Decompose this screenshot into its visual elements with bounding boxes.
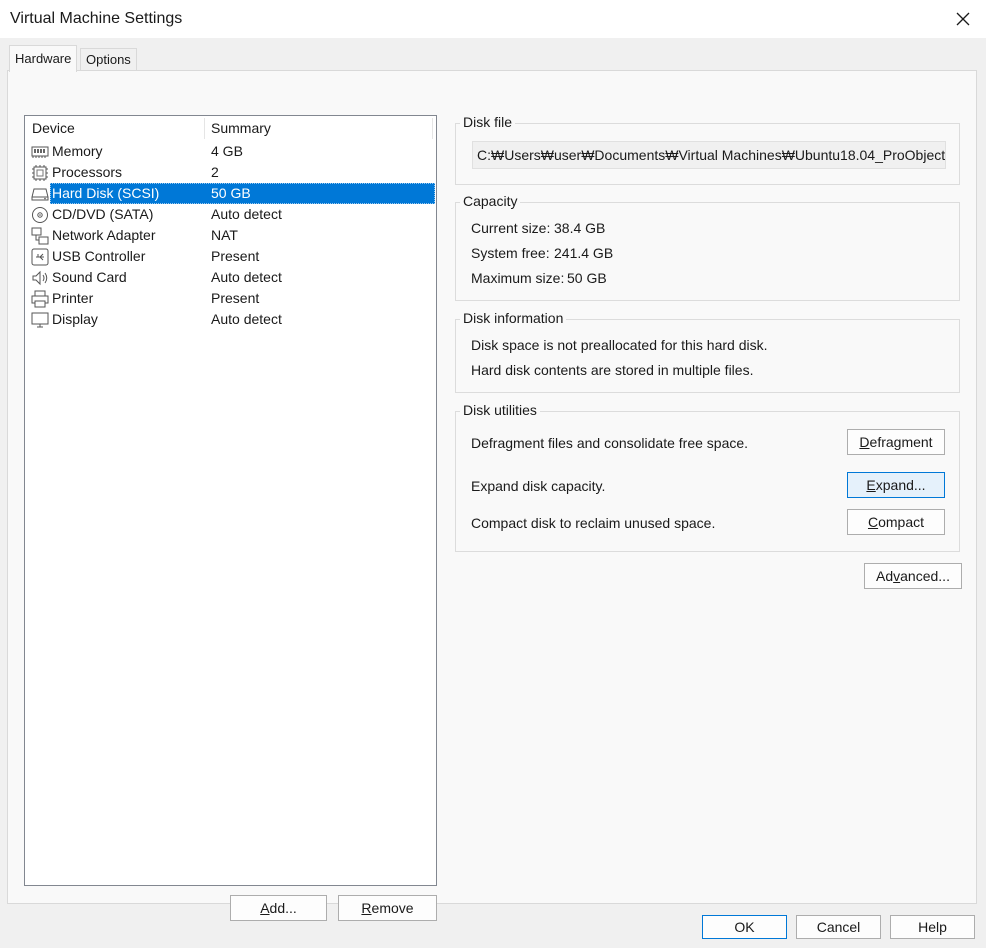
device-row-cd-dvd[interactable]: CD/DVD (SATA) Auto detect bbox=[25, 204, 436, 225]
ok-button[interactable]: OK bbox=[702, 915, 787, 939]
defragment-description: Defragment files and consolidate free sp… bbox=[471, 435, 749, 451]
disk-file-group: Disk file C:₩Users₩user₩Documents₩Virtua… bbox=[455, 114, 960, 185]
disk-file-path: C:₩Users₩user₩Documents₩Virtual Machines… bbox=[477, 147, 946, 163]
close-button[interactable] bbox=[940, 0, 986, 38]
cd-dvd-icon bbox=[32, 207, 48, 223]
disk-file-path-field[interactable]: C:₩Users₩user₩Documents₩Virtual Machines… bbox=[472, 141, 946, 169]
compact-description: Compact disk to reclaim unused space. bbox=[471, 515, 716, 531]
add-button[interactable]: Add... bbox=[230, 895, 327, 921]
current-size-label: Current size: bbox=[471, 220, 551, 236]
sound-card-icon bbox=[32, 270, 48, 286]
tab-options-label: Options bbox=[86, 52, 131, 67]
close-icon bbox=[956, 12, 970, 26]
disk-info-line-1: Disk space is not preallocated for this … bbox=[471, 337, 768, 353]
network-adapter-icon bbox=[31, 227, 49, 245]
device-summary: Present bbox=[211, 248, 260, 264]
device-name: USB Controller bbox=[52, 248, 146, 264]
device-summary: 4 GB bbox=[211, 143, 243, 159]
system-free-value: 241.4 GB bbox=[554, 245, 614, 261]
expand-button[interactable]: Expand... bbox=[847, 472, 945, 498]
disk-information-title: Disk information bbox=[460, 310, 567, 326]
memory-icon bbox=[31, 146, 49, 158]
disk-information-group: Disk information Disk space is not preal… bbox=[455, 310, 960, 393]
disk-info-line-2: Hard disk contents are stored in multipl… bbox=[471, 362, 754, 378]
tab-options[interactable]: Options bbox=[80, 48, 137, 71]
device-name: Display bbox=[52, 311, 98, 327]
maximum-size-value: 50 GB bbox=[567, 270, 607, 286]
device-summary: Auto detect bbox=[211, 311, 282, 327]
device-summary: NAT bbox=[211, 227, 238, 243]
tab-hardware[interactable]: Hardware bbox=[9, 45, 78, 72]
device-summary: Present bbox=[211, 290, 260, 306]
system-free-label: System free: bbox=[471, 245, 550, 261]
help-button[interactable]: Help bbox=[890, 915, 975, 939]
hard-disk-icon bbox=[31, 188, 49, 201]
column-header-summary[interactable]: Summary bbox=[211, 120, 271, 136]
advanced-button[interactable]: Advanced... bbox=[864, 563, 962, 589]
dialog-body: Options Hardware Device Summary Memory 4… bbox=[0, 38, 986, 948]
expand-description: Expand disk capacity. bbox=[471, 478, 606, 494]
device-name: Printer bbox=[52, 290, 94, 306]
tab-hardware-label: Hardware bbox=[15, 51, 72, 66]
device-row-display[interactable]: Display Auto detect bbox=[25, 309, 436, 330]
defragment-button[interactable]: Defragment bbox=[847, 429, 945, 455]
device-name: Network Adapter bbox=[52, 227, 156, 243]
device-list-header: Device Summary bbox=[25, 116, 436, 140]
device-name: Hard Disk (SCSI) bbox=[52, 185, 160, 201]
capacity-title: Capacity bbox=[460, 193, 521, 209]
device-name: Sound Card bbox=[52, 269, 127, 285]
device-row-hard-disk[interactable]: Hard Disk (SCSI) 50 GB bbox=[25, 183, 436, 204]
maximum-size-label: Maximum size: bbox=[471, 270, 565, 286]
display-icon bbox=[31, 312, 49, 328]
device-summary: Auto detect bbox=[211, 269, 282, 285]
device-summary: Auto detect bbox=[211, 206, 282, 222]
device-row-usb-controller[interactable]: USB Controller Present bbox=[25, 246, 436, 267]
device-row-network-adapter[interactable]: Network Adapter NAT bbox=[25, 225, 436, 246]
device-row-processors[interactable]: Processors 2 bbox=[25, 162, 436, 183]
cancel-button[interactable]: Cancel bbox=[796, 915, 881, 939]
remove-button[interactable]: Remove bbox=[338, 895, 437, 921]
compact-button[interactable]: Compact bbox=[847, 509, 945, 535]
title-bar: Virtual Machine Settings bbox=[0, 0, 986, 38]
device-summary: 50 GB bbox=[211, 185, 251, 201]
device-name: CD/DVD (SATA) bbox=[52, 206, 154, 222]
disk-file-title: Disk file bbox=[460, 114, 516, 130]
processor-icon bbox=[32, 165, 48, 181]
device-row-sound-card[interactable]: Sound Card Auto detect bbox=[25, 267, 436, 288]
printer-icon bbox=[31, 290, 49, 308]
disk-utilities-group: Disk utilities Defragment files and cons… bbox=[455, 402, 960, 552]
device-row-printer[interactable]: Printer Present bbox=[25, 288, 436, 309]
capacity-group: Capacity Current size: 38.4 GB System fr… bbox=[455, 193, 960, 301]
usb-icon bbox=[31, 248, 49, 266]
device-row-memory[interactable]: Memory 4 GB bbox=[25, 141, 436, 162]
hardware-tab-page: Device Summary Memory 4 GB Processors 2 … bbox=[7, 70, 977, 921]
device-list[interactable]: Device Summary Memory 4 GB Processors 2 … bbox=[24, 115, 437, 886]
device-name: Memory bbox=[52, 143, 103, 159]
column-header-device[interactable]: Device bbox=[32, 120, 75, 136]
window-title: Virtual Machine Settings bbox=[10, 10, 183, 27]
disk-utilities-title: Disk utilities bbox=[460, 402, 540, 418]
device-name: Processors bbox=[52, 164, 123, 180]
current-size-value: 38.4 GB bbox=[554, 220, 606, 236]
device-summary: 2 bbox=[211, 164, 219, 180]
